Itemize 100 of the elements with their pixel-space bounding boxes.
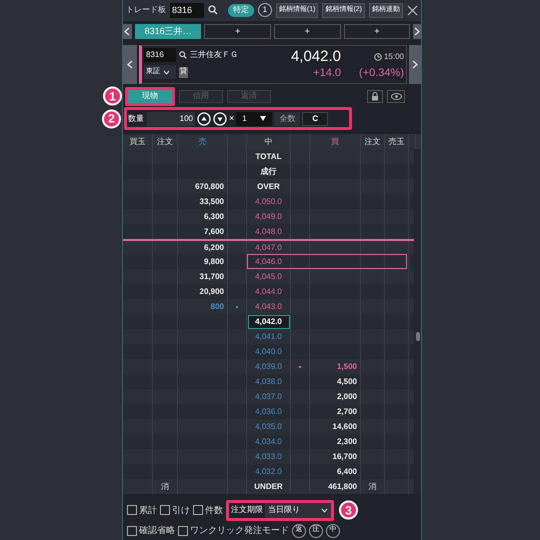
eye-button[interactable] (387, 90, 405, 103)
row-label[interactable]: 成行 (260, 164, 276, 179)
order-book-row[interactable]: 4,037.0 2,000 (123, 389, 414, 404)
board-tab[interactable]: + (274, 24, 341, 40)
order-book-row[interactable]: 7,600 4,048.0 (123, 224, 414, 240)
multiply-sign: × (229, 112, 234, 126)
checkbox-label: 引け (172, 504, 190, 517)
price-cell[interactable]: 4,043.0 (255, 300, 282, 314)
column-header: 注文 (157, 136, 173, 148)
row-label[interactable]: TOTAL (256, 150, 282, 164)
order-book-row[interactable]: 4,039.0 1,500 (123, 359, 414, 374)
lock-icon (371, 92, 379, 101)
price-cell[interactable]: 4,048.0 (255, 224, 282, 239)
order-book-row[interactable]: 4,033.0 16,700 (123, 449, 414, 464)
price-cell[interactable]: 4,033.0 (255, 450, 282, 464)
price-cell[interactable]: 4,050.0 (255, 194, 282, 209)
column-header: 売 (198, 136, 206, 148)
order-book-row[interactable]: 800 4,043.0 (123, 299, 414, 314)
decrease-icon[interactable] (213, 112, 227, 126)
expiry-dropdown[interactable]: 当日限り (265, 502, 331, 518)
price-cell[interactable]: 4,045.0 (255, 270, 282, 284)
scrollbar-track[interactable] (414, 149, 421, 494)
price-cell[interactable]: 4,042.0 (248, 314, 290, 329)
buy-quantity: 6,400 (336, 466, 357, 478)
price-cell[interactable]: 4,040.0 (255, 344, 282, 359)
row-label[interactable]: UNDER (254, 480, 283, 494)
order-book-row[interactable]: 6,300 4,049.0 (123, 209, 414, 224)
order-book-row[interactable]: 4,032.0 6,400 (123, 464, 414, 480)
order-book-row[interactable]: 4,038.0 4,500 (123, 374, 414, 390)
checkbox[interactable] (160, 505, 170, 516)
quantity-field[interactable]: 100 (147, 112, 195, 126)
order-book-row[interactable]: 33,500 4,050.0 (123, 194, 414, 210)
clock-icon (374, 53, 382, 62)
order-book-row[interactable]: TOTAL (123, 149, 414, 164)
column-header: 中 (264, 136, 272, 148)
order-book-row[interactable]: 成行 (123, 164, 414, 180)
price-cell[interactable]: 4,039.0 (255, 360, 282, 374)
dropdown-caret-icon (260, 116, 266, 122)
order-book-row[interactable]: 31,700 4,045.0 (123, 269, 414, 284)
checkbox[interactable] (127, 505, 137, 516)
order-book-row[interactable]: 6,200 4,047.0 (123, 239, 414, 254)
price-cell[interactable]: 4,047.0 (255, 241, 282, 256)
price-cell[interactable]: 4,032.0 (255, 464, 282, 479)
price-cell[interactable]: 4,049.0 (255, 210, 282, 224)
multiplier-dropdown[interactable]: 1 (236, 112, 272, 126)
code-field[interactable]: 8316 (170, 2, 204, 18)
order-book-row[interactable]: 670,800 OVER (123, 179, 414, 194)
order-book-row[interactable]: 9,800 4,046.0 (123, 254, 414, 270)
cancel-label[interactable]: 消 (161, 480, 169, 493)
scrollbar-thumb[interactable] (416, 332, 420, 342)
lock-button[interactable] (367, 90, 383, 103)
column-header: 買玉 (130, 136, 146, 148)
count-badge: 1 (258, 3, 272, 18)
order-book-row[interactable]: 消 UNDER 461,800 消 (123, 479, 414, 494)
quantity-label: 数量 (127, 112, 145, 125)
left-arrow-button[interactable] (123, 24, 132, 40)
price-cell[interactable]: 4,046.0 (255, 254, 282, 269)
order-book-row[interactable]: 4,034.0 2,300 (123, 434, 414, 450)
buy-quantity: 2,000 (336, 390, 357, 403)
board-tab[interactable]: + (204, 24, 271, 40)
price-change: +14.0 (313, 66, 341, 80)
sell-quantity: 20,900 (200, 286, 224, 298)
sell-quantity: 800 (210, 300, 224, 313)
sell-quantity: 6,300 (204, 210, 224, 223)
search-icon[interactable] (179, 51, 187, 60)
price-cell[interactable]: 4,038.0 (255, 374, 282, 389)
checkbox-label: 累計 (139, 504, 157, 517)
cancel-label[interactable]: 消 (368, 480, 376, 493)
chevron-left-icon (124, 27, 130, 36)
buy-quantity: 14,600 (332, 420, 357, 433)
callout-number: 2 (102, 109, 121, 128)
quantity-button[interactable]: 全数 (274, 112, 300, 126)
price-cell[interactable]: 4,044.0 (255, 284, 282, 299)
chevron-down-icon (321, 508, 328, 513)
price-cell[interactable]: 4,034.0 (255, 434, 282, 449)
price-cell[interactable]: 4,037.0 (255, 390, 282, 404)
order-book-row[interactable]: 4,041.0 (123, 329, 414, 344)
search-icon[interactable] (208, 5, 218, 16)
checkbox[interactable] (178, 526, 188, 536)
buy-quantity: 1,500 (336, 360, 357, 373)
order-book-row[interactable]: 4,036.0 2,700 (123, 404, 414, 420)
order-book-row[interactable]: 4,035.0 14,600 (123, 419, 414, 434)
code-field[interactable]: 8316 (144, 48, 176, 62)
checkbox[interactable] (127, 526, 137, 536)
price-cell[interactable]: 4,041.0 (255, 330, 282, 344)
price-cell[interactable]: 4,035.0 (255, 420, 282, 434)
checkbox[interactable] (193, 505, 203, 516)
checkbox-label: 件数 (205, 504, 223, 517)
right-arrow-button[interactable] (413, 24, 422, 40)
increase-icon[interactable] (197, 112, 211, 126)
quantity-button[interactable]: C (302, 112, 328, 126)
order-book-row[interactable]: 4,040.0 (123, 344, 414, 360)
order-book-row[interactable]: 20,900 4,044.0 (123, 284, 414, 300)
close-icon[interactable] (407, 4, 418, 16)
callout-number: 1 (103, 86, 122, 106)
row-label[interactable]: OVER (257, 180, 280, 194)
chevron-left-icon (127, 60, 133, 70)
order-book-row[interactable]: 4,042.0 (123, 314, 414, 330)
price-cell[interactable]: 4,036.0 (255, 404, 282, 419)
board-tab[interactable]: + (344, 24, 410, 40)
